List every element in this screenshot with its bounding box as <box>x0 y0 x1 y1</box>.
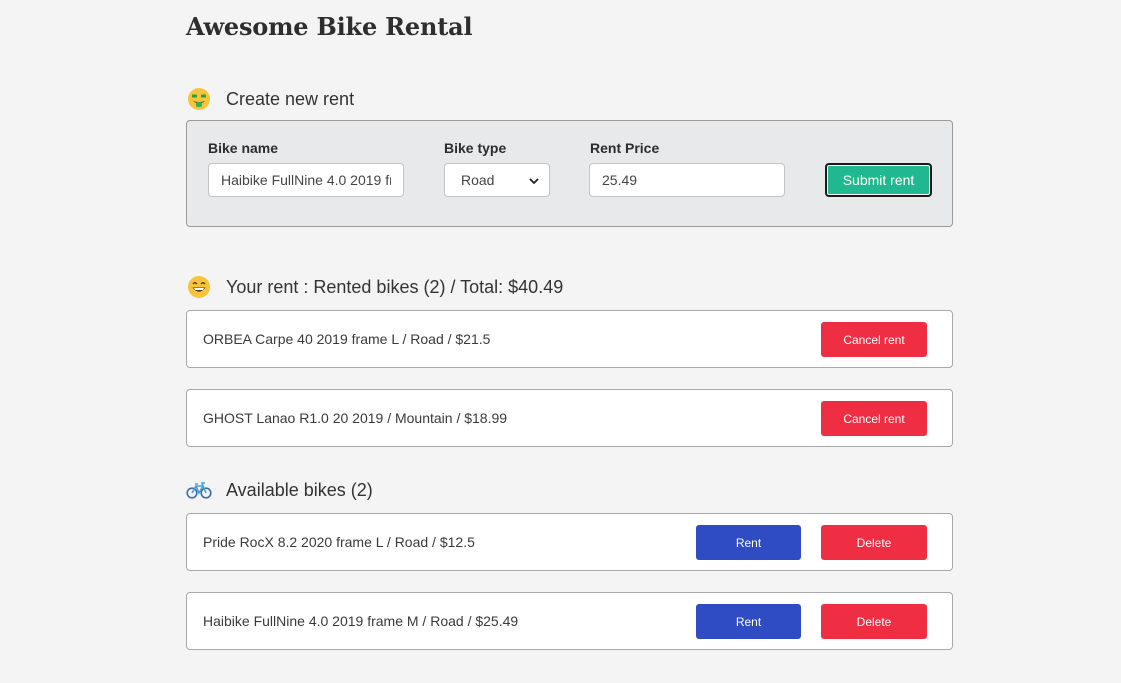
bike-type-label: Bike type <box>444 140 507 156</box>
create-rent-form: Bike name Bike type Road Rent Price Subm… <box>186 120 953 227</box>
your-rent-title: Your rent : Rented bikes (2) / Total: $4… <box>226 276 564 297</box>
available-bike-card: Haibike FullNine 4.0 2019 frame M / Road… <box>186 592 953 650</box>
bicycle-icon <box>186 477 212 503</box>
chevron-down-icon <box>529 172 539 188</box>
money-mouth-face-icon <box>186 86 212 112</box>
your-rent-heading: Your rent : Rented bikes (2) / Total: $4… <box>186 274 563 300</box>
rented-bike-card: GHOST Lanao R1.0 20 2019 / Mountain / $1… <box>186 389 953 447</box>
available-bike-card: Pride RocX 8.2 2020 frame L / Road / $12… <box>186 513 953 571</box>
grinning-face-icon <box>186 274 212 300</box>
rent-price-input[interactable] <box>589 163 785 197</box>
rent-button[interactable]: Rent <box>696 604 801 639</box>
create-rent-title: Create new rent <box>226 88 355 109</box>
delete-button[interactable]: Delete <box>821 525 927 560</box>
available-bikes-heading: Available bikes (2) <box>186 477 373 503</box>
available-bikes-title: Available bikes (2) <box>226 479 373 500</box>
rented-bike-card: ORBEA Carpe 40 2019 frame L / Road / $21… <box>186 310 953 368</box>
create-rent-heading: Create new rent <box>186 86 354 112</box>
rent-price-label: Rent Price <box>590 140 660 156</box>
cancel-rent-button[interactable]: Cancel rent <box>821 401 927 436</box>
rented-bike-text: GHOST Lanao R1.0 20 2019 / Mountain / $1… <box>203 410 508 426</box>
bike-name-label: Bike name <box>208 140 279 156</box>
bike-type-select[interactable]: Road <box>444 163 550 197</box>
bike-name-input[interactable] <box>208 163 404 197</box>
available-bike-text: Haibike FullNine 4.0 2019 frame M / Road… <box>203 613 519 629</box>
cancel-rent-button[interactable]: Cancel rent <box>821 322 927 357</box>
submit-rent-button[interactable]: Submit rent <box>825 163 932 197</box>
delete-button[interactable]: Delete <box>821 604 927 639</box>
rented-bike-text: ORBEA Carpe 40 2019 frame L / Road / $21… <box>203 331 491 347</box>
rent-button[interactable]: Rent <box>696 525 801 560</box>
bike-type-value: Road <box>461 172 495 188</box>
page-title: Awesome Bike Rental <box>186 12 473 41</box>
available-bike-text: Pride RocX 8.2 2020 frame L / Road / $12… <box>203 534 475 550</box>
